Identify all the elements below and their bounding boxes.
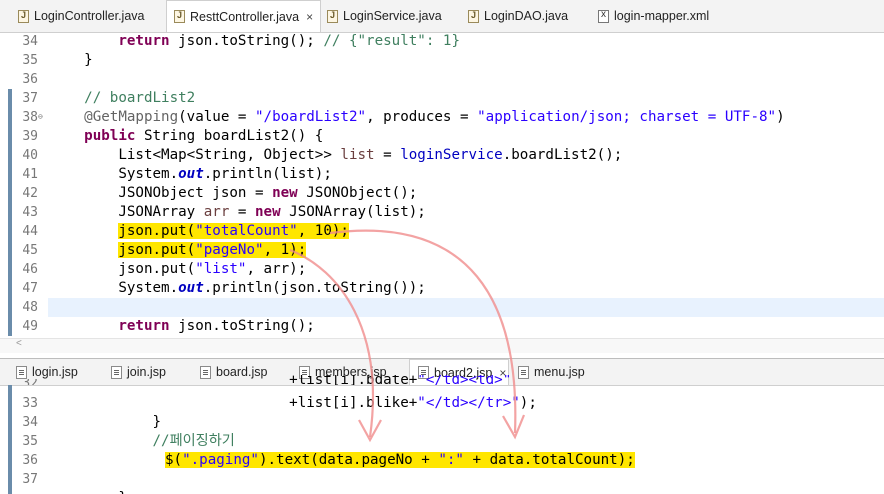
code-line-35: }	[50, 52, 93, 68]
line-number: 33	[22, 396, 38, 411]
highlighted-code: $(".paging").text(data.pageNo + ":" + da…	[165, 452, 635, 468]
line-number: 41	[22, 167, 38, 182]
code-line-33: +list[i].blike+"</td></tr>");	[50, 395, 537, 411]
fold-collapse-icon[interactable]: ⊖	[38, 112, 43, 121]
tab-login-mapper-xml[interactable]: login-mapper.xml	[598, 0, 709, 32]
code-line-38: @GetMapping(value = "/boardList2", produ…	[84, 109, 785, 125]
xml-file-icon	[598, 9, 609, 23]
line-number: 49	[22, 319, 38, 334]
scroll-left-icon[interactable]: <	[16, 338, 22, 349]
code-line-49: return json.toString();	[118, 318, 315, 334]
tab-loginservice-java[interactable]: LoginService.java	[327, 0, 442, 32]
line-number: 42	[22, 186, 38, 201]
code-line-34: }	[50, 414, 162, 430]
tab-logincontroller-java[interactable]: LoginController.java	[18, 0, 145, 32]
code-line-45: json.put("pageNo", 1);	[50, 241, 307, 260]
code-line-38: }	[50, 489, 127, 494]
line-number: 37	[22, 472, 38, 487]
tab-label: login-mapper.xml	[614, 9, 710, 23]
jsp-file-icon	[16, 365, 27, 379]
tab-menu-jsp[interactable]: menu.jsp	[518, 359, 585, 385]
tab-label: ResttController.java	[190, 9, 300, 24]
jsp-file-icon	[518, 365, 529, 379]
java-file-icon	[18, 9, 29, 23]
top-editor-tab-bar: LoginController.java ResttController.jav…	[0, 0, 884, 33]
line-number: 38	[22, 110, 38, 125]
code-line-46: json.put("list", arr);	[50, 261, 307, 277]
line-number: 35	[22, 53, 38, 68]
close-icon[interactable]: ×	[306, 10, 313, 24]
highlighted-code: json.put("pageNo", 1);	[118, 242, 307, 258]
tab-label: menu.jsp	[534, 365, 585, 379]
highlighted-code: json.put("totalCount", 10);	[118, 223, 349, 239]
tab-label: LoginService.java	[343, 9, 442, 23]
horizontal-scrollbar[interactable]: <	[0, 338, 884, 353]
line-number: 36	[22, 72, 38, 87]
code-line-44: json.put("totalCount", 10);	[50, 222, 349, 241]
current-line-highlight	[48, 298, 884, 317]
line-number: 37	[22, 91, 38, 106]
java-file-icon	[327, 9, 338, 23]
line-number: 44	[22, 224, 38, 239]
line-number: 34	[22, 415, 38, 430]
top-editor: LoginController.java ResttController.jav…	[0, 0, 884, 358]
line-number: 43	[22, 205, 38, 220]
code-line-41: System.out.println(list);	[50, 166, 332, 182]
code-line-39: public String boardList2() {	[84, 128, 324, 144]
bottom-editor: login.jsp join.jsp board.jsp members.jsp…	[0, 358, 884, 494]
line-number: 40	[22, 148, 38, 163]
code-line-40: List<Map<String, Object>> list = loginSe…	[50, 147, 623, 163]
line-number: 36	[22, 453, 38, 468]
code-line-43: JSONArray arr = new JSONArray(list);	[50, 204, 426, 220]
line-number: 39	[22, 129, 38, 144]
tab-label: LoginDAO.java	[484, 9, 569, 23]
tab-logindao-java[interactable]: LoginDAO.java	[468, 0, 568, 32]
line-number: 48	[22, 300, 38, 315]
code-line-34: return json.toString(); // {"result": 1}	[118, 33, 461, 49]
line-number: 47	[22, 281, 38, 296]
line-number: 34	[22, 34, 38, 49]
tab-label: LoginController.java	[34, 9, 145, 23]
java-file-icon	[174, 10, 185, 23]
line-number: 32	[0, 379, 38, 385]
code-line-37: // boardList2	[50, 90, 196, 106]
code-line-32: +list[i].bdate+"</td><td>"	[50, 375, 512, 385]
code-line-42: JSONObject json = new JSONObject();	[50, 185, 418, 201]
line-number: 46	[22, 262, 38, 277]
tab-resttcontroller-java[interactable]: ResttController.java ×	[166, 0, 321, 32]
code-line-35: //페이징하기	[50, 433, 235, 449]
code-line-47: System.out.println(json.toString());	[50, 280, 426, 296]
line-number: 35	[22, 434, 38, 449]
line-number: 45	[22, 243, 38, 258]
java-file-icon	[468, 9, 479, 23]
